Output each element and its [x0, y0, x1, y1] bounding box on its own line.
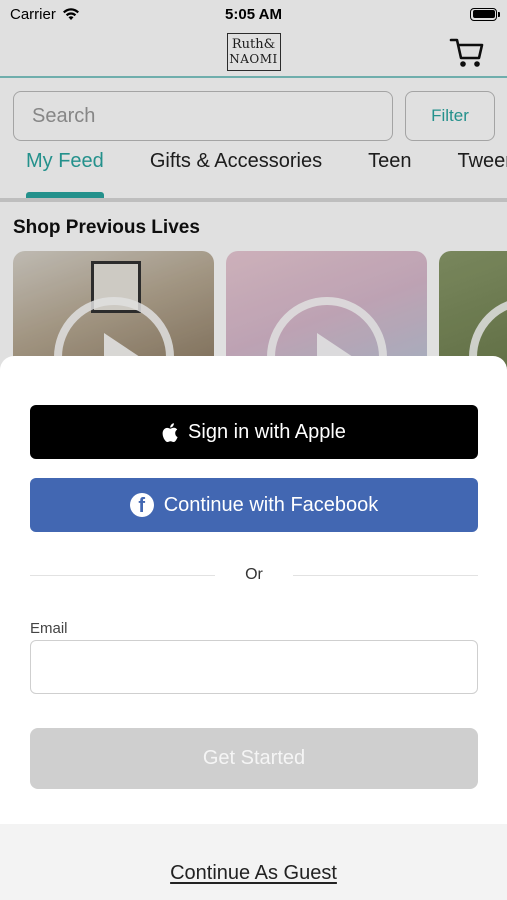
- facebook-button-label: Continue with Facebook: [163, 493, 379, 516]
- or-label: Or: [245, 566, 263, 583]
- sign-in-sheet: Sign in with Apple f Continue with Faceb…: [0, 356, 507, 900]
- email-label: Email: [30, 620, 68, 637]
- email-field[interactable]: [30, 640, 478, 694]
- get-started-button[interactable]: Get Started: [30, 728, 478, 789]
- divider-line: [292, 574, 478, 576]
- apple-icon: [162, 422, 178, 442]
- apple-button-label: Sign in with Apple: [188, 420, 346, 443]
- get-started-label: Get Started: [202, 747, 306, 769]
- sign-in-apple-button[interactable]: Sign in with Apple: [30, 405, 478, 459]
- continue-facebook-button[interactable]: f Continue with Facebook: [30, 478, 478, 532]
- or-divider: Or: [30, 566, 478, 584]
- guest-footer: Continue As Guest: [0, 824, 507, 900]
- divider-line: [30, 574, 216, 576]
- continue-as-guest-link[interactable]: Continue As Guest: [170, 862, 337, 885]
- facebook-icon: f: [129, 493, 154, 517]
